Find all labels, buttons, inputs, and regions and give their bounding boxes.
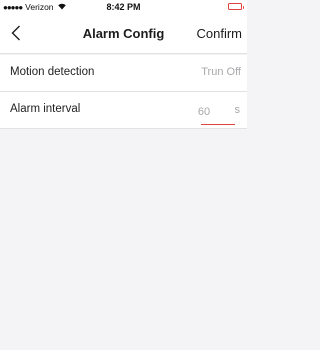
- input-underline: [201, 124, 235, 125]
- navigation-bar: Alarm Config Confirm: [0, 14, 247, 54]
- alarm-interval-label: Alarm interval: [10, 103, 81, 115]
- confirm-button[interactable]: Confirm: [196, 26, 242, 41]
- status-bar: ●●●●● Verizon 8:42 PM: [0, 0, 247, 14]
- motion-detection-row[interactable]: Motion detection Trun Off: [0, 55, 247, 92]
- motion-detection-label: Motion detection: [10, 66, 95, 78]
- motion-detection-value[interactable]: Trun Off: [201, 66, 241, 78]
- chevron-left-icon: [11, 25, 20, 41]
- alarm-interval-row: Alarm interval s: [0, 92, 247, 129]
- status-time: 8:42 PM: [106, 2, 141, 12]
- battery-icon: [228, 3, 244, 10]
- alarm-interval-input[interactable]: [187, 102, 221, 121]
- interval-unit: s: [234, 104, 241, 116]
- back-button[interactable]: [7, 23, 27, 43]
